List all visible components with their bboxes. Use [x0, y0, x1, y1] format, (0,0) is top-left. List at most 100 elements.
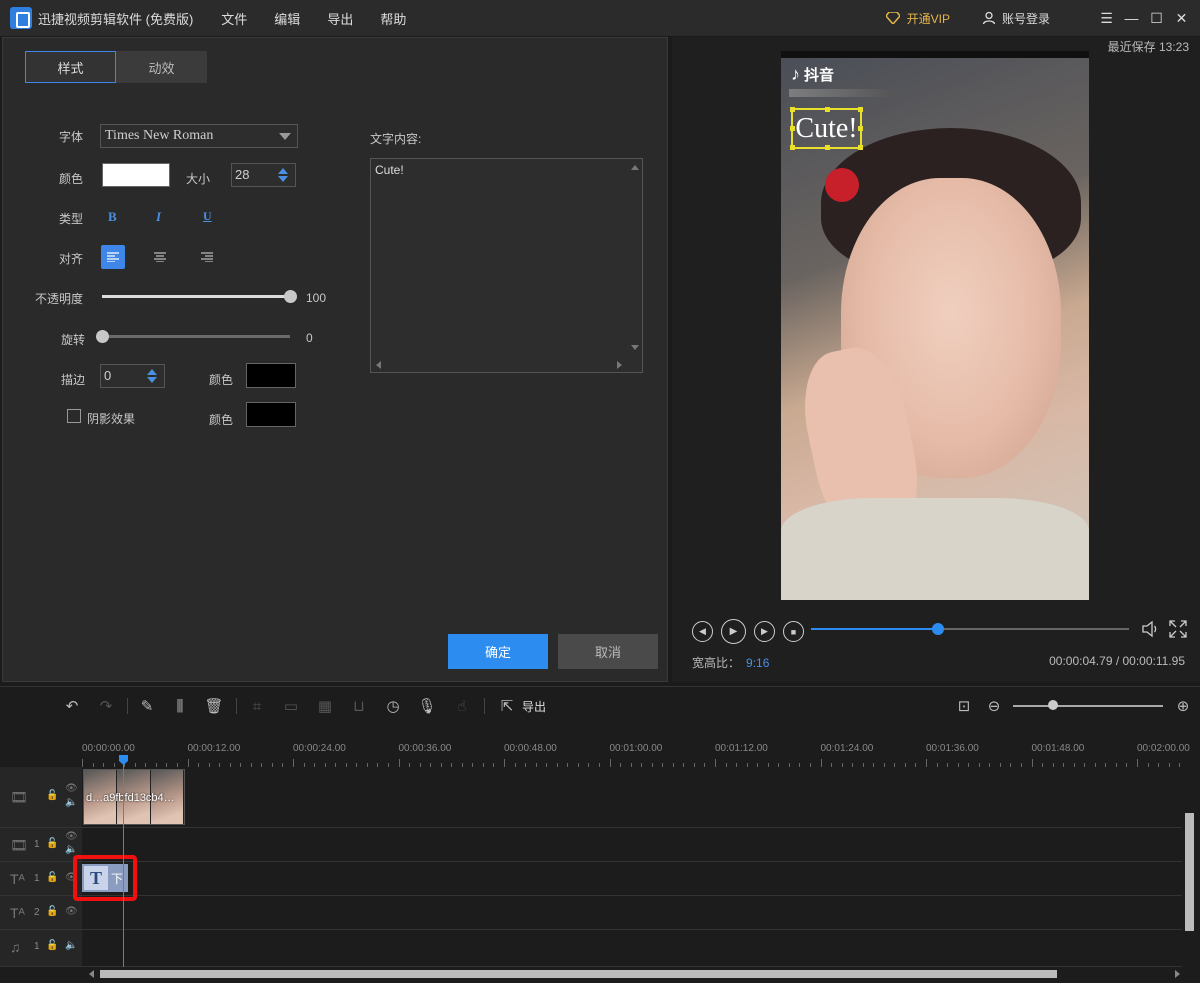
lock-icon[interactable]: 🔓: [46, 906, 58, 917]
zoom-in-icon[interactable]: ⊕: [1172, 695, 1194, 717]
menu-icon[interactable]: ☰: [1094, 0, 1119, 36]
volume-icon[interactable]: 🔈: [65, 940, 77, 951]
confirm-button[interactable]: 确定: [448, 634, 548, 669]
volume-icon[interactable]: 🔈: [65, 844, 77, 855]
ruler-label: 00:00:12.00: [187, 743, 241, 754]
export-button[interactable]: 导出: [522, 698, 546, 715]
eye-icon[interactable]: 👁: [65, 906, 78, 917]
shadow-checkbox[interactable]: [67, 409, 81, 423]
stroke-stepper[interactable]: 0: [100, 364, 165, 388]
menu-edit[interactable]: 编辑: [274, 9, 300, 28]
volume-icon[interactable]: 🔈: [65, 797, 77, 808]
maximize-icon[interactable]: ☐: [1144, 0, 1169, 36]
level-icon[interactable]: ⊔: [348, 695, 370, 717]
scroll-thumb[interactable]: [100, 970, 1057, 978]
ruler-tick: [820, 759, 822, 767]
size-stepper[interactable]: 28: [231, 163, 296, 187]
shadow-color-swatch[interactable]: [246, 402, 296, 427]
export-icon[interactable]: ⇱: [496, 695, 518, 717]
highlight-box: [73, 855, 137, 901]
video-preview[interactable]: ♪ 抖音 Cute!: [781, 51, 1089, 600]
textarea-hscroll[interactable]: [371, 358, 642, 372]
delete-icon[interactable]: 🗑: [203, 695, 225, 717]
crop-icon[interactable]: ⌗: [246, 695, 268, 717]
shadow-label: 阴影效果: [87, 412, 136, 426]
tab-animation[interactable]: 动效: [116, 51, 207, 83]
font-select[interactable]: Times New Roman: [100, 124, 298, 148]
resize-handle[interactable]: [790, 145, 795, 150]
login-button[interactable]: 账号登录: [982, 10, 1050, 27]
bold-button[interactable]: B: [108, 209, 117, 225]
cancel-button[interactable]: 取消: [558, 634, 658, 669]
playhead[interactable]: [123, 755, 124, 967]
fullscreen-icon[interactable]: [1168, 619, 1188, 639]
rotate-slider[interactable]: [102, 335, 290, 338]
resize-handle[interactable]: [825, 145, 830, 150]
lock-icon[interactable]: 🔓: [46, 838, 58, 849]
resize-handle[interactable]: [858, 126, 863, 131]
scroll-right-icon[interactable]: [1175, 970, 1180, 978]
stepper-up-icon[interactable]: [278, 168, 288, 174]
split-icon[interactable]: ⫼: [169, 695, 191, 717]
stop-icon[interactable]: ■: [783, 621, 804, 642]
seek-knob[interactable]: [932, 623, 945, 635]
lock-icon[interactable]: 🔓: [46, 872, 58, 883]
stroke-color-swatch[interactable]: [246, 363, 296, 388]
redo-icon[interactable]: ↷: [95, 695, 117, 717]
zoom-slider[interactable]: [1013, 705, 1163, 707]
underline-button[interactable]: U: [203, 209, 212, 224]
resize-icon[interactable]: ▭: [280, 695, 302, 717]
zoom-knob[interactable]: [1048, 700, 1058, 710]
menu-file[interactable]: 文件: [221, 9, 247, 28]
stepper-down-icon[interactable]: [147, 377, 157, 383]
freeze-icon[interactable]: ☝: [451, 695, 473, 717]
zoom-out-icon[interactable]: ⊖: [983, 695, 1005, 717]
minimize-icon[interactable]: —: [1119, 0, 1144, 36]
play-icon[interactable]: ▶: [721, 619, 746, 644]
align-left-button[interactable]: [101, 245, 125, 269]
eye-icon[interactable]: 👁: [65, 831, 78, 842]
text-content-input[interactable]: Cute!: [370, 158, 643, 373]
scroll-left-icon[interactable]: [89, 970, 94, 978]
scroll-thumb[interactable]: [1185, 813, 1194, 931]
menu-export[interactable]: 导出: [327, 9, 353, 28]
italic-button[interactable]: I: [156, 209, 161, 225]
vip-button[interactable]: 开通VIP: [885, 10, 950, 27]
timeline-vscroll[interactable]: [1183, 767, 1197, 967]
resize-handle[interactable]: [858, 107, 863, 112]
ratio-value[interactable]: 9:16: [746, 656, 769, 670]
resize-handle[interactable]: [825, 107, 830, 112]
next-frame-icon[interactable]: ▶: [754, 621, 775, 642]
menu-help[interactable]: 帮助: [380, 9, 406, 28]
stepper-up-icon[interactable]: [147, 369, 157, 375]
text-color-swatch[interactable]: [102, 163, 170, 187]
track-row-text-1: Tᴬ 1 🔓 👁: [0, 862, 1182, 896]
edit-icon[interactable]: ✎: [136, 695, 158, 717]
align-center-button[interactable]: [148, 245, 172, 269]
eye-icon[interactable]: 👁: [65, 783, 78, 794]
text-overlay[interactable]: Cute!: [790, 107, 863, 150]
clock-icon[interactable]: ◷: [382, 695, 404, 717]
fit-icon[interactable]: ⊡: [953, 695, 975, 717]
resize-handle[interactable]: [790, 107, 795, 112]
seek-bar[interactable]: [811, 623, 1129, 635]
align-right-button[interactable]: [195, 245, 219, 269]
undo-icon[interactable]: ↶: [61, 695, 83, 717]
rotate-knob[interactable]: [96, 330, 109, 343]
textarea-vscroll[interactable]: [628, 159, 642, 372]
stepper-down-icon[interactable]: [278, 176, 288, 182]
timeline-hscroll[interactable]: [86, 967, 1183, 981]
time-ruler[interactable]: 00:00:00.00 00:00:12.00 00:00:24.00 00:00:3…: [82, 737, 1190, 767]
opacity-knob[interactable]: [284, 290, 297, 303]
lock-icon[interactable]: 🔓: [46, 940, 58, 951]
lock-icon[interactable]: 🔓: [46, 790, 58, 801]
prev-frame-icon[interactable]: ◀: [692, 621, 713, 642]
tab-style[interactable]: 样式: [25, 51, 116, 83]
microphone-icon[interactable]: 🎙: [416, 695, 438, 717]
video-clip[interactable]: d…a9fbfd13cb4…: [83, 769, 185, 825]
resize-handle[interactable]: [790, 126, 795, 131]
mosaic-icon[interactable]: ▦: [314, 695, 336, 717]
resize-handle[interactable]: [858, 145, 863, 150]
close-icon[interactable]: ✕: [1169, 0, 1194, 36]
volume-icon[interactable]: [1140, 619, 1160, 639]
